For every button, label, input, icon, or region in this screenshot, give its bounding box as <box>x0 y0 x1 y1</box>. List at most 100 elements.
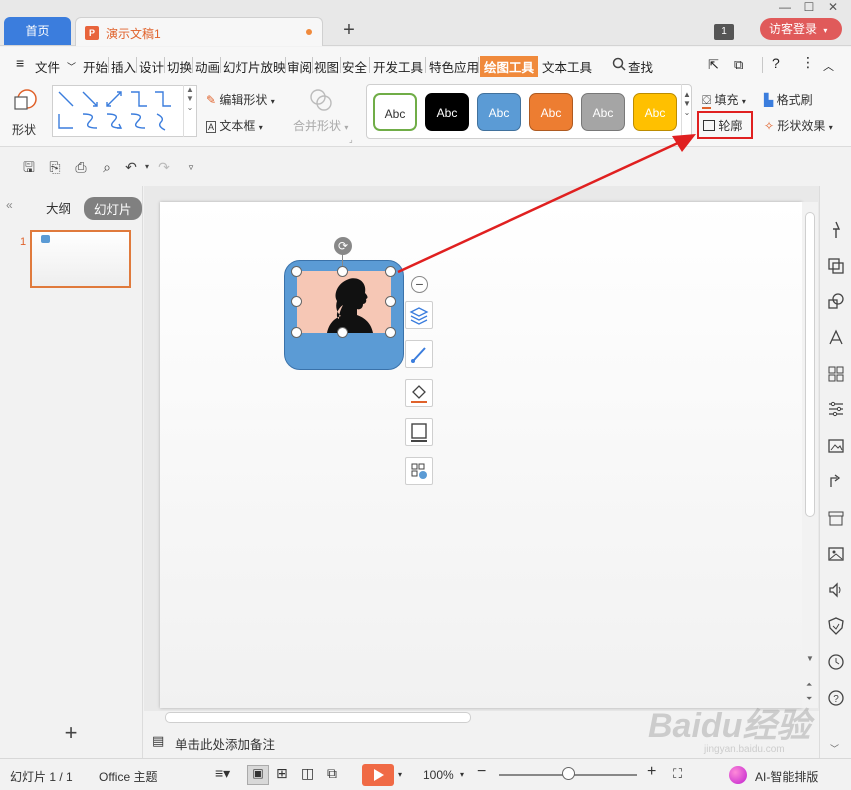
share-icon[interactable]: ⇱ <box>708 57 719 73</box>
style-preset-3[interactable]: Abc <box>477 93 521 131</box>
share-icon[interactable] <box>826 472 846 492</box>
pin-icon[interactable] <box>826 220 846 240</box>
save-icon[interactable]: 🖫 <box>20 158 38 176</box>
notes-toggle-icon[interactable]: ≡▾ <box>215 765 230 782</box>
menu-item-transition[interactable]: 切换 <box>167 57 192 76</box>
new-tab-button[interactable]: + <box>338 19 360 41</box>
presenter-view-icon[interactable]: ⧉ <box>327 765 337 782</box>
minimize-icon[interactable]: — <box>774 1 796 13</box>
more-icon[interactable]: ⋮ <box>801 54 815 71</box>
notes-placeholder[interactable]: 单击此处添加备注 <box>175 734 275 753</box>
chevron-down-icon[interactable]: ▾ <box>460 770 464 779</box>
tab-outline[interactable]: 大纲 <box>46 198 71 217</box>
normal-view-icon[interactable]: ▣ <box>247 765 269 785</box>
zoom-level[interactable]: 100% <box>423 768 454 782</box>
tab-document[interactable]: P 演示文稿1 <box>75 17 323 46</box>
style-gallery-more[interactable]: ▲ ▼ ⌄ <box>681 84 692 139</box>
resize-handle-se[interactable] <box>385 327 396 338</box>
menu-item-security[interactable]: 安全 <box>342 57 367 76</box>
ai-layout-icon[interactable] <box>729 766 747 784</box>
menu-item-features[interactable]: 特色应用 <box>429 57 479 76</box>
prev-slide-icon[interactable]: ⏶ <box>806 680 812 690</box>
resize-handle-s[interactable] <box>337 327 348 338</box>
menu-item-slideshow[interactable]: 幻灯片放映 <box>223 57 286 76</box>
menu-item-home[interactable]: 开始 <box>83 57 108 76</box>
picture-icon[interactable] <box>826 544 846 564</box>
menu-file[interactable]: 文件 <box>35 57 60 76</box>
edit-shape-button[interactable]: ✎ 编辑形状 ▾ <box>206 91 275 108</box>
collapse-ribbon-icon[interactable]: ︿ <box>823 58 834 74</box>
menu-item-design[interactable]: 设计 <box>139 57 164 76</box>
login-button[interactable]: 访客登录 ▾ <box>760 18 842 40</box>
rotate-handle-icon[interactable]: ⟳ <box>334 237 352 255</box>
outline-quick-button[interactable] <box>405 418 433 446</box>
shape-gallery[interactable] <box>52 85 197 137</box>
zoom-out-icon[interactable]: − <box>477 763 486 781</box>
slide[interactable] <box>160 202 802 708</box>
close-icon[interactable]: ✕ <box>822 1 844 13</box>
resize-handle-nw[interactable] <box>291 266 302 277</box>
print-preview-icon[interactable]: ⌕ <box>98 158 116 176</box>
audio-icon[interactable] <box>826 580 846 600</box>
play-slideshow-button[interactable] <box>362 764 394 786</box>
menu-item-drawing-tools[interactable]: 绘图工具 <box>480 56 539 77</box>
menu-item-insert[interactable]: 插入 <box>111 57 136 76</box>
tab-slides[interactable]: 幻灯片 <box>84 197 142 220</box>
history-icon[interactable] <box>826 652 846 672</box>
slide-sorter-icon[interactable]: ⊞ <box>276 765 288 782</box>
shape-effect-button[interactable]: ✧ 形状效果 ▾ <box>764 117 833 134</box>
resize-handle-ne[interactable] <box>385 266 396 277</box>
resize-handle-w[interactable] <box>291 296 302 307</box>
zoom-slider-thumb[interactable] <box>562 767 575 780</box>
search-icon[interactable] <box>612 57 626 74</box>
style-preset-5[interactable]: Abc <box>581 93 625 131</box>
slide-thumbnail[interactable] <box>30 230 131 288</box>
resize-handle-n[interactable] <box>337 266 348 277</box>
shapes-icon[interactable] <box>826 291 846 311</box>
resize-handle-sw[interactable] <box>291 327 302 338</box>
customize-toolbar-icon[interactable]: ▿ <box>182 158 200 176</box>
chevron-down-icon[interactable]: ▾ <box>138 158 156 176</box>
silhouette-picture[interactable] <box>297 271 391 333</box>
text-style-icon[interactable] <box>826 328 846 348</box>
menu-item-text-tools[interactable]: 文本工具 <box>542 57 592 76</box>
zoom-in-icon[interactable]: + <box>647 763 656 781</box>
collapse-panel-icon[interactable]: « <box>6 198 13 212</box>
format-painter-button[interactable]: ▙ 格式刷 <box>764 91 813 108</box>
layers-button[interactable] <box>405 301 433 329</box>
menu-item-animation[interactable]: 动画 <box>195 57 220 76</box>
vertical-scroll-thumb[interactable] <box>805 212 815 517</box>
resize-handle-e[interactable] <box>385 296 396 307</box>
shield-icon[interactable] <box>826 616 846 636</box>
shape-style-gallery[interactable]: Abc Abc Abc Abc Abc Abc <box>366 84 692 139</box>
collapse-float-toolbar-icon[interactable]: − <box>411 276 428 293</box>
copy-slide-icon[interactable] <box>826 256 846 276</box>
menu-item-view[interactable]: 视图 <box>314 57 339 76</box>
style-preset-4[interactable]: Abc <box>529 93 573 131</box>
ai-layout-label[interactable]: AI-智能排版 <box>755 768 818 785</box>
style-preset-6[interactable]: Abc <box>633 93 677 131</box>
style-brush-button[interactable] <box>405 340 433 368</box>
print-icon[interactable]: ⎙ <box>72 158 90 176</box>
archive-icon[interactable] <box>826 508 846 528</box>
grid-icon[interactable] <box>826 364 846 384</box>
fill-quick-button[interactable] <box>405 379 433 407</box>
text-box-button[interactable]: A 文本框 ▾ <box>206 117 263 134</box>
horizontal-scroll-thumb[interactable] <box>165 712 471 723</box>
redo-icon[interactable]: ↷ <box>155 158 173 176</box>
style-preset-2[interactable]: Abc <box>425 93 469 131</box>
chevron-down-icon[interactable]: ﹀ <box>67 60 76 73</box>
image-gallery-icon[interactable] <box>826 436 846 456</box>
style-preset-1[interactable]: Abc <box>373 93 417 131</box>
menu-item-review[interactable]: 审阅 <box>287 57 312 76</box>
tab-home[interactable]: 首页 <box>4 17 71 45</box>
more-quick-button[interactable] <box>405 457 433 485</box>
search-label[interactable]: 查找 <box>628 57 653 76</box>
fit-window-icon[interactable]: ⛶ <box>673 766 682 782</box>
menu-item-developer[interactable]: 开发工具 <box>373 57 423 76</box>
window-count-badge[interactable]: 1 <box>714 24 734 40</box>
reading-view-icon[interactable]: ◫ <box>301 765 314 782</box>
export-icon[interactable]: ⧉ <box>734 57 743 73</box>
export-pdf-icon[interactable]: ⎘ <box>46 158 64 176</box>
gallery-scroll[interactable]: ▲ ▼ ⌄ <box>183 85 196 137</box>
